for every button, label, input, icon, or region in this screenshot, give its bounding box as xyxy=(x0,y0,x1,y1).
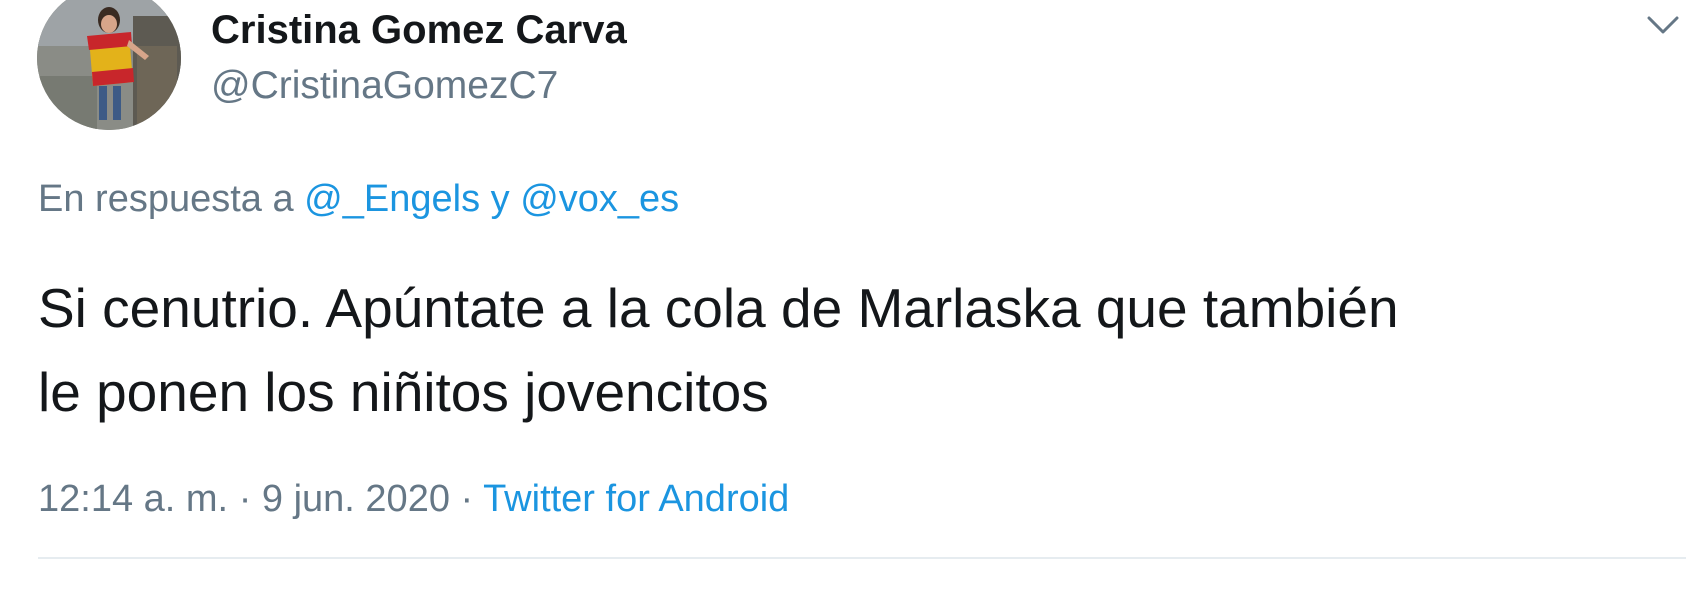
tweet-text-line: Si cenutrio. Apúntate a la cola de Marla… xyxy=(38,277,1399,339)
mention-link[interactable]: @vox_es xyxy=(520,178,679,220)
tweet-text-line: le ponen los niñitos jovencitos xyxy=(38,361,769,423)
tweet-card: Cristina Gomez Carva @CristinaGomezC7 En… xyxy=(0,0,1706,602)
avatar[interactable] xyxy=(37,0,181,130)
tweet-source-link[interactable]: Twitter for Android xyxy=(483,478,789,520)
reply-joiner: y xyxy=(490,178,510,220)
tweet-meta: 12:14 a. m. · 9 jun. 2020 · Twitter for … xyxy=(38,476,789,522)
divider xyxy=(38,557,1686,559)
reply-prefix: En respuesta a xyxy=(38,178,294,220)
avatar-photo xyxy=(37,0,181,130)
meta-separator: · xyxy=(238,478,252,520)
chevron-down-icon[interactable] xyxy=(1643,8,1683,44)
tweet-date[interactable]: 9 jun. 2020 xyxy=(262,478,450,520)
author-display-name[interactable]: Cristina Gomez Carva xyxy=(211,6,627,54)
author-handle[interactable]: @CristinaGomezC7 xyxy=(211,62,558,110)
reply-context: En respuesta a @_Engels y @vox_es xyxy=(38,176,679,222)
meta-separator: · xyxy=(460,478,474,520)
mention-link[interactable]: @_Engels xyxy=(304,178,480,220)
tweet-text: Si cenutrio. Apúntate a la cola de Marla… xyxy=(38,266,1698,434)
tweet-time[interactable]: 12:14 a. m. xyxy=(38,478,228,520)
